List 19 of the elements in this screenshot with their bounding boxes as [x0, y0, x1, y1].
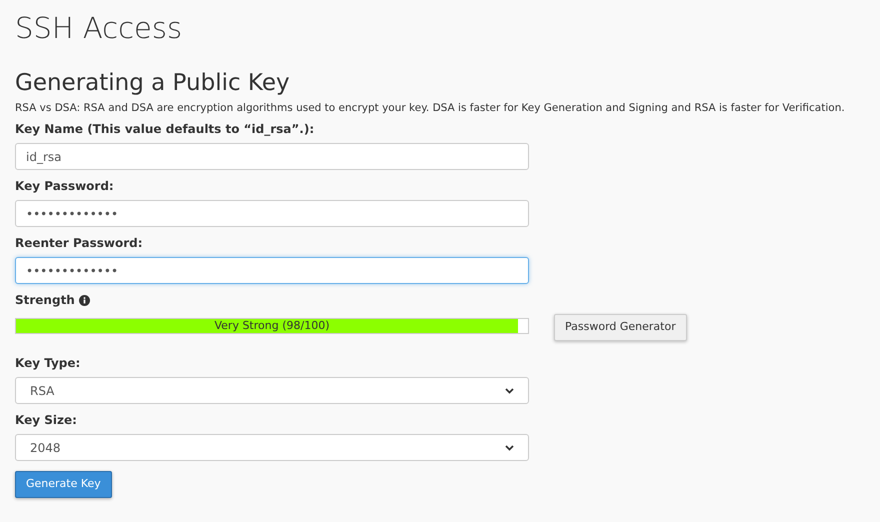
input-field[interactable]: id_rsa [15, 143, 529, 170]
page-title: SSH Access [15, 10, 182, 46]
chevron-down-icon [505, 444, 514, 450]
field-label: Key Type: [15, 355, 80, 371]
field-label: Key Password: [15, 178, 114, 194]
input-field[interactable]: ••••••••••••• [15, 257, 529, 284]
dropdown[interactable]: RSA [15, 377, 529, 404]
chevron-down-icon [505, 388, 514, 394]
info-icon[interactable] [78, 294, 90, 306]
field-label: Reenter Password: [15, 235, 143, 251]
dropdown[interactable]: 2048 [15, 434, 529, 461]
field-label: Key Name (This value defaults to “id_rsa”.): [15, 121, 314, 137]
strength-reading: Very Strong (98/100) [213, 319, 330, 333]
field-label: Strength [15, 292, 75, 308]
section-title: Generating a Public Key [15, 69, 290, 98]
input-field[interactable]: ••••••••••••• [15, 200, 529, 227]
description: RSA vs DSA: RSA and DSA are encryption algorithms used to encrypt your key. DSA is faster for Key Generation and Signing and RSA is faster for Verification. [15, 101, 845, 116]
field-label: Key Size: [15, 412, 77, 428]
password-generator-button[interactable]: Password Generator [554, 314, 687, 341]
